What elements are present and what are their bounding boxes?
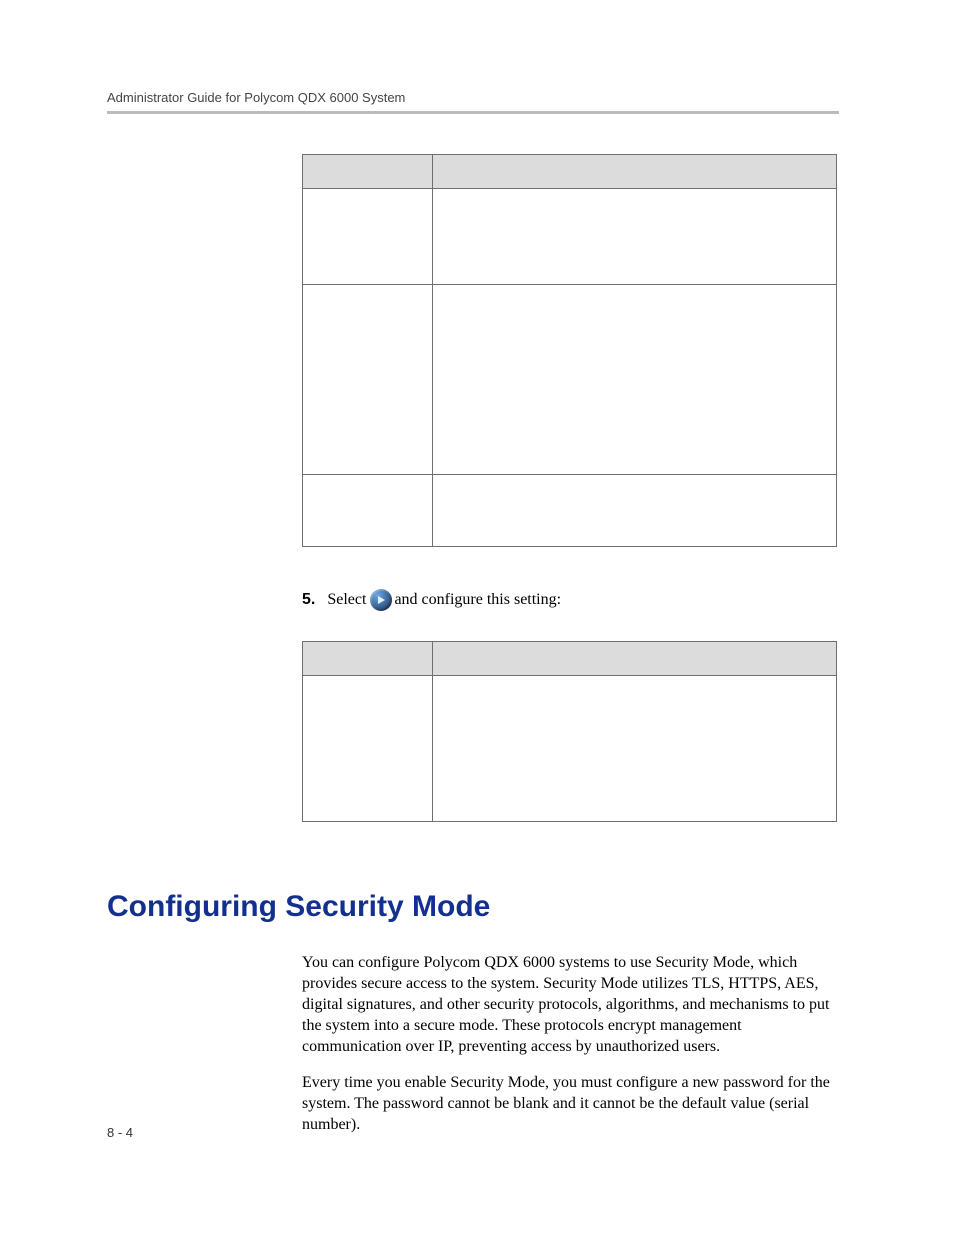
- next-arrow-icon: [370, 589, 392, 611]
- table-row: [303, 189, 837, 285]
- running-header: Administrator Guide for Polycom QDX 6000…: [107, 90, 839, 105]
- table-row: [303, 676, 837, 822]
- settings-table-1: [302, 154, 837, 547]
- header-rule: [107, 111, 839, 114]
- table-row: [303, 285, 837, 475]
- table-header-cell: [303, 155, 433, 189]
- page-number: 8 - 4: [107, 1125, 133, 1140]
- table-header-cell: [303, 642, 433, 676]
- settings-table-2: [302, 641, 837, 822]
- table-header-cell: [433, 642, 837, 676]
- section-heading: Configuring Security Mode: [107, 890, 839, 924]
- step-text-after: and configure this setting:: [394, 590, 561, 611]
- body-paragraph: Every time you enable Security Mode, you…: [302, 1072, 837, 1135]
- step-text-before: Select: [327, 590, 366, 611]
- step-number: 5.: [302, 590, 315, 611]
- table-header-cell: [433, 155, 837, 189]
- body-paragraph: You can configure Polycom QDX 6000 syste…: [302, 952, 837, 1058]
- step-instruction: 5. Select and configure this setting:: [302, 589, 837, 611]
- table-row: [303, 475, 837, 547]
